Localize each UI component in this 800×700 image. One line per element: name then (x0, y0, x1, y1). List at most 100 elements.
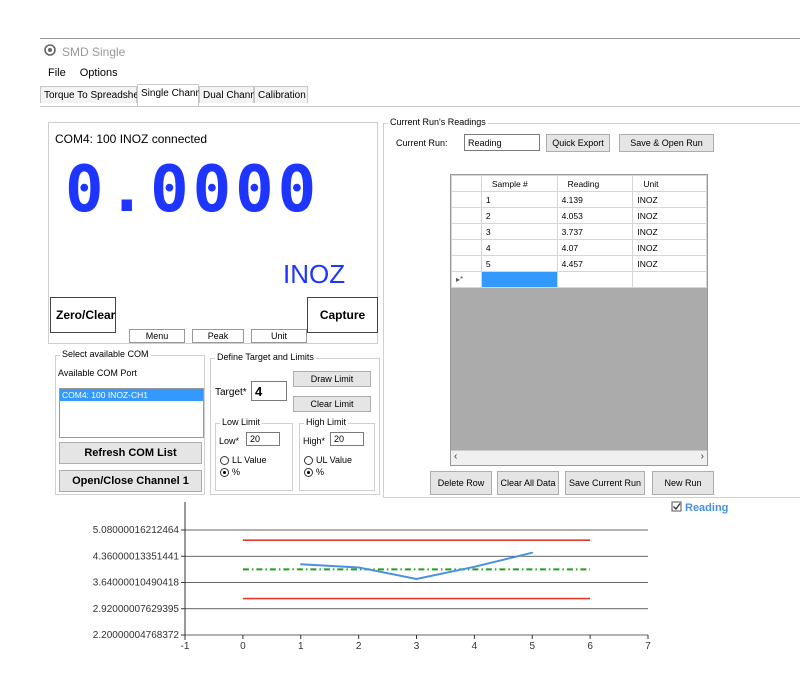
ll-percent-radio[interactable] (220, 468, 229, 477)
clear-limit-button[interactable]: Clear Limit (293, 396, 371, 412)
x-tick-label: 4 (472, 641, 478, 652)
low-label: Low* (219, 436, 240, 446)
scroll-left-icon[interactable]: ‹ (454, 451, 457, 462)
low-limit-input[interactable]: 20 (246, 432, 280, 446)
unit-button[interactable]: Unit (251, 329, 307, 343)
y-tick-label: 2.92000007629395 (93, 604, 180, 615)
table-header-row: Sample # Reading Unit (451, 175, 707, 192)
cell-sample[interactable]: 2 (480, 207, 558, 224)
cell-reading[interactable]: 4.139 (556, 191, 634, 208)
readings-chart: 5.08000016212464 4.36000013351441 3.640000… (93, 501, 728, 652)
target-label: Target* (215, 387, 247, 398)
new-row-marker: ▸* (451, 271, 482, 288)
cell-sample[interactable]: 1 (480, 191, 558, 208)
y-tick-label: 2.20000004768372 (93, 630, 180, 641)
new-run-button[interactable]: New Run (652, 471, 714, 495)
peak-button[interactable]: Peak (192, 329, 244, 343)
current-run-label: Current Run: (396, 138, 448, 148)
open-close-channel-button[interactable]: Open/Close Channel 1 (59, 470, 202, 492)
clear-all-data-button[interactable]: Clear All Data (497, 471, 559, 495)
table-row[interactable]: 2 4.053 INOZ (451, 207, 707, 224)
target-input[interactable]: 4 (251, 381, 287, 401)
com-port-list[interactable]: COM4: 100 INOZ-CH1 (59, 388, 204, 438)
com-port-item[interactable]: COM4: 100 INOZ-CH1 (60, 389, 203, 401)
app-gear-icon (44, 44, 56, 56)
table-row[interactable]: 4 4.07 INOZ (451, 239, 707, 256)
column-header-reading[interactable]: Reading (556, 175, 634, 192)
x-tick-label: 0 (240, 641, 246, 652)
scroll-right-icon[interactable]: › (701, 451, 704, 462)
low-limit-group: Low Limit Low* 20 LL Value % (215, 417, 293, 491)
high-label: High* (303, 436, 326, 446)
readings-grid[interactable]: Sample # Reading Unit 1 4.139 INOZ 2 4.053 I… (450, 174, 708, 466)
unit-display: INOZ (283, 259, 346, 289)
reading-point (299, 563, 302, 566)
x-tick-label: 6 (587, 641, 593, 652)
cell-sample[interactable]: 4 (480, 239, 558, 256)
new-row[interactable]: ▸* (451, 271, 707, 288)
target-limits-group: Define Target and Limits Target* 4 Draw … (210, 352, 380, 495)
tab-single-channel[interactable]: Single Channel (137, 84, 209, 106)
tab-calibration[interactable]: Calibration (254, 86, 308, 103)
high-limit-group: High Limit High* 20 UL Value % (299, 417, 375, 491)
reading-series-line (300, 551, 533, 580)
high-limit-title: High Limit (304, 417, 349, 427)
readings-group: Current Run's Readings Current Run: Read… (383, 117, 800, 498)
delete-row-button[interactable]: Delete Row (430, 471, 492, 495)
tab-dual-channel[interactable]: Dual Channel (199, 86, 264, 103)
ll-percent-label: % (232, 467, 241, 477)
save-current-run-button[interactable]: Save Current Run (565, 471, 645, 495)
cell-unit[interactable]: INOZ (632, 191, 707, 208)
cell-unit[interactable]: INOZ (632, 223, 707, 240)
x-tick-label: 2 (356, 641, 362, 652)
capture-button[interactable]: Capture (307, 297, 378, 333)
menu-button[interactable]: Menu (129, 329, 185, 343)
cell-reading[interactable]: 4.053 (556, 207, 634, 224)
cell-reading[interactable]: 3.737 (556, 223, 634, 240)
current-run-input[interactable]: Reading (464, 134, 540, 151)
reading-display: 0.0000 (65, 153, 321, 227)
ul-percent-radio[interactable] (304, 468, 313, 477)
table-row[interactable]: 5 4.457 INOZ (451, 255, 707, 272)
connection-status: COM4: 100 INOZ connected (55, 132, 208, 146)
target-group-title: Define Target and Limits (215, 352, 316, 362)
cell-sample[interactable]: 5 (480, 255, 558, 272)
tab-strip: Torque To Spreadsheet Single Channel Dua… (40, 84, 800, 107)
menu-bar: File Options (40, 64, 124, 84)
menu-file[interactable]: File (48, 64, 66, 79)
cell-sample[interactable]: 3 (480, 223, 558, 240)
save-open-run-button[interactable]: Save & Open Run (619, 134, 714, 152)
ul-value-radio[interactable] (304, 456, 313, 465)
new-row-cell-selected[interactable] (480, 271, 558, 288)
y-tick-label: 4.36000013351441 (93, 551, 180, 562)
low-limit-title: Low Limit (220, 417, 263, 427)
table-row[interactable]: 3 3.737 INOZ (451, 223, 707, 240)
column-header-sample[interactable]: Sample # (480, 175, 558, 192)
cell-unit[interactable]: INOZ (632, 207, 707, 224)
tab-torque-to-spreadsheet[interactable]: Torque To Spreadsheet (40, 86, 147, 103)
draw-limit-button[interactable]: Draw Limit (293, 371, 371, 387)
title-bar: SMD Single (40, 38, 800, 65)
zero-clear-button[interactable]: Zero/Clear (50, 297, 116, 333)
table-row[interactable]: 1 4.139 INOZ (451, 191, 707, 208)
cell-reading[interactable]: 4.457 (556, 255, 634, 272)
x-tick-label: -1 (181, 641, 190, 652)
quick-export-button[interactable]: Quick Export (546, 134, 610, 152)
available-com-label: Available COM Port (58, 368, 137, 378)
high-limit-input[interactable]: 20 (330, 432, 364, 446)
ll-value-label: LL Value (232, 455, 267, 465)
ll-value-radio[interactable] (220, 456, 229, 465)
cell-reading[interactable]: 4.07 (556, 239, 634, 256)
reading-point (531, 551, 534, 554)
legend-label: Reading (685, 502, 728, 514)
readings-group-title: Current Run's Readings (388, 117, 488, 127)
ul-percent-label: % (316, 467, 325, 477)
cell-unit[interactable]: INOZ (632, 255, 707, 272)
menu-options[interactable]: Options (80, 64, 118, 79)
ul-value-label: UL Value (316, 455, 353, 465)
cell-unit[interactable]: INOZ (632, 239, 707, 256)
readings-table: Sample # Reading Unit 1 4.139 INOZ 2 4.053 I… (451, 175, 707, 288)
horizontal-scrollbar[interactable]: ‹ › (451, 450, 707, 465)
refresh-com-button[interactable]: Refresh COM List (59, 442, 202, 464)
column-header-unit[interactable]: Unit (632, 175, 707, 192)
